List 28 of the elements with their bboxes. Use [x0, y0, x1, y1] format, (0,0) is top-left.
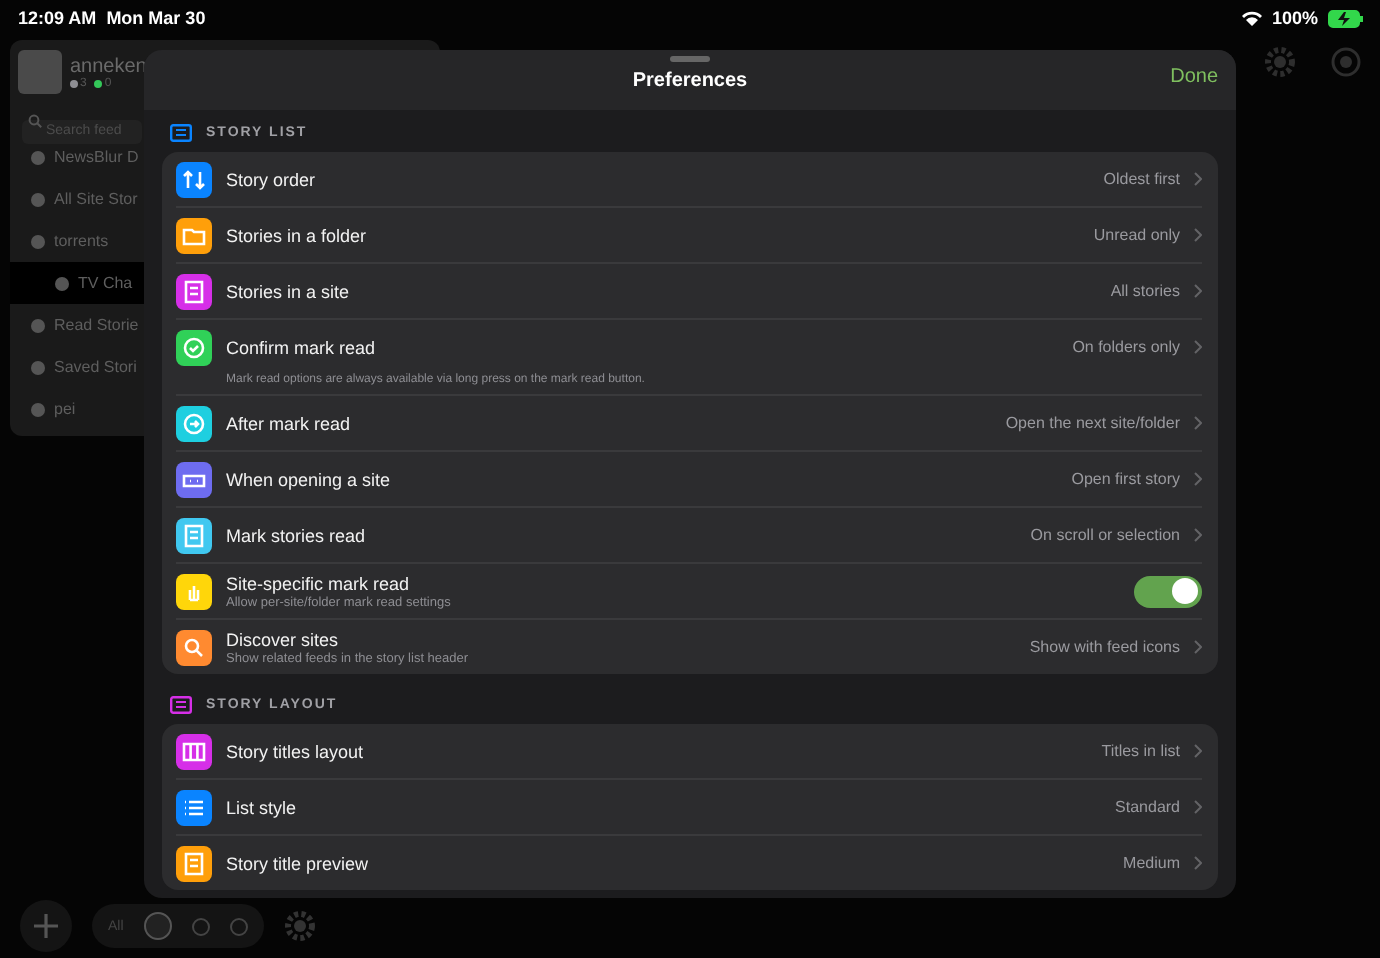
setting-value: Open the next site/folder [1005, 414, 1180, 432]
setting-value: All stories [1110, 282, 1180, 300]
setting-label: After mark read [226, 413, 353, 433]
setting-label: When opening a site [226, 469, 393, 489]
setting-value: On scroll or selection [1030, 526, 1180, 544]
setting-value: Unread only [1093, 226, 1180, 244]
setting-value: Show with feed icons [1029, 638, 1180, 656]
setting-label: Mark stories read [226, 525, 368, 545]
username: anneken [70, 55, 147, 77]
setting-label: Stories in a site [226, 281, 352, 301]
setting-label: Story titles layout [226, 741, 366, 761]
status-time: 12:09 AM [18, 8, 97, 28]
setting-value: Titles in list [1101, 742, 1180, 760]
setting-label: Story order [226, 169, 318, 189]
setting-label: Discover sites [226, 629, 341, 649]
setting-label: List style [226, 797, 299, 817]
setting-value: Standard [1115, 798, 1180, 816]
setting-label: Stories in a folder [226, 225, 369, 245]
sheet-title: Preferences [632, 69, 748, 91]
status-date: Mon Mar 30 [106, 8, 206, 28]
battery-percent: 100% [1271, 8, 1318, 28]
setting-label: Story title preview [226, 853, 371, 873]
setting-value: Open first story [1071, 470, 1180, 488]
setting-label: Confirm mark read [226, 337, 378, 357]
setting-value: On folders only [1072, 338, 1180, 356]
setting-value: Oldest first [1103, 170, 1180, 188]
setting-label: Site-specific mark read [226, 573, 412, 593]
setting-value: Medium [1123, 854, 1180, 872]
